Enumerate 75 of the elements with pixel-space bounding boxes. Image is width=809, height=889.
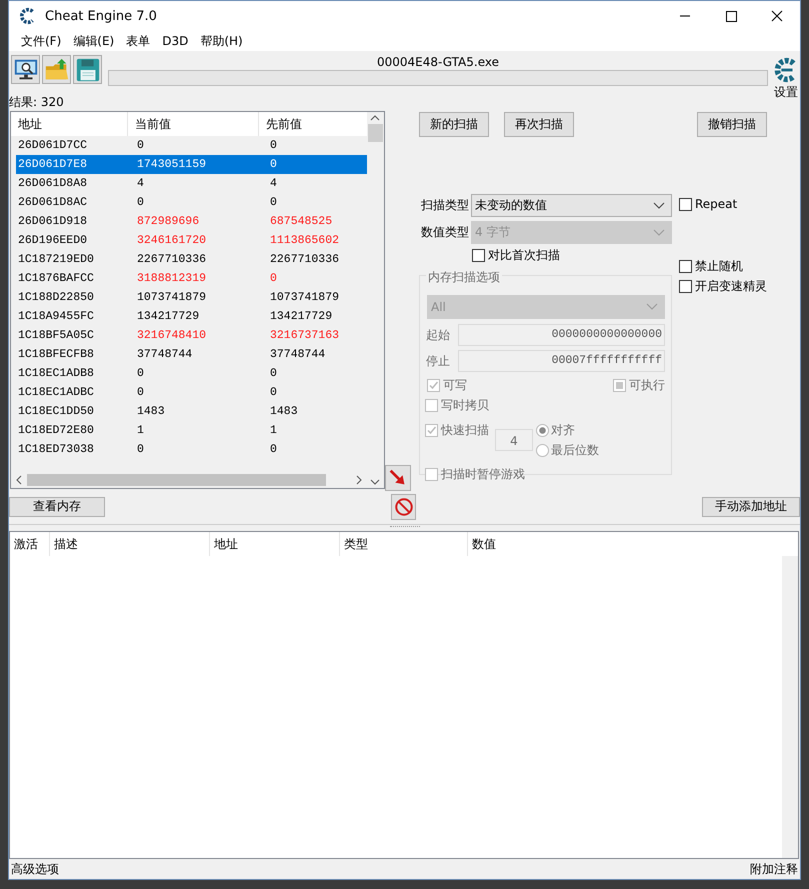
menu-item[interactable]: 文件(F) <box>15 32 68 50</box>
checkbox[interactable]: 对比首次扫描 <box>472 245 560 265</box>
settings-label[interactable]: 设置 <box>774 85 798 99</box>
start-label: 起始 <box>425 326 451 344</box>
checkbox[interactable]: 写时拷贝 <box>425 395 665 415</box>
result-row[interactable]: 1C1876BAFCC 3188812319 0 <box>16 269 367 288</box>
column-header[interactable]: 数值 <box>468 532 798 556</box>
value-type-label: 数值类型 <box>421 224 470 241</box>
check-icon <box>428 380 439 390</box>
menu-item[interactable]: 帮助(H) <box>194 32 249 50</box>
results-count: 结果: 320 <box>9 95 64 109</box>
result-row[interactable]: 1C18BFECFB8 37748744 37748744 <box>16 345 367 364</box>
result-row[interactable]: 1C18BF5A05C 3216748410 3216737163 <box>16 326 367 345</box>
stop-icon[interactable] <box>391 494 416 520</box>
result-row[interactable]: 1C18ED73038 0 0 <box>16 440 367 459</box>
result-row[interactable]: 26D061D8AC 0 0 <box>16 193 367 212</box>
scroll-right-icon[interactable] <box>354 474 363 486</box>
result-row[interactable]: 1C18ED72E80 1 1 <box>16 421 367 440</box>
scroll-thumb[interactable] <box>27 474 326 486</box>
result-row[interactable]: 26D061D918 872989696 687548525 <box>16 212 367 231</box>
floppy-disk-icon[interactable] <box>73 55 102 84</box>
column-header[interactable]: 地址 <box>210 532 340 556</box>
checkbox[interactable]: 开启变速精灵 <box>679 276 767 296</box>
scan-type-label: 扫描类型 <box>421 197 470 214</box>
column-header[interactable]: 先前值 <box>259 112 367 136</box>
monitor-icon[interactable] <box>11 55 40 84</box>
radio-button[interactable]: 最后位数 <box>536 440 599 460</box>
stop-label: 停止 <box>425 352 451 370</box>
add-address-button[interactable]: 手动添加地址 <box>702 496 800 516</box>
column-header[interactable]: 激活 <box>10 532 50 556</box>
scroll-thumb[interactable] <box>368 124 383 142</box>
result-row[interactable]: 26D196EED0 3246161720 1113865602 <box>16 231 367 250</box>
result-row[interactable]: 1C18EC1ADB8 0 0 <box>16 364 367 383</box>
result-row[interactable]: 1C18EC1DD50 1483 1483 <box>16 402 367 421</box>
arrow-button[interactable] <box>385 465 412 491</box>
advanced-options-link[interactable]: 高级选项 <box>11 860 59 878</box>
result-row[interactable]: 26D061D7E8 1743051159 0 <box>16 155 367 174</box>
result-row[interactable]: 26D061D8A8 4 4 <box>16 174 367 193</box>
chevron-down-icon <box>653 202 665 210</box>
checkbox[interactable]: 禁止随机 <box>679 256 743 276</box>
menu-item[interactable]: 编辑(E) <box>67 32 120 50</box>
process-name: 00004E48-GTA5.exe <box>376 55 499 69</box>
result-row[interactable]: 1C18A9455FC 134217729 134217729 <box>16 307 367 326</box>
result-row[interactable]: 1C188D22850 1073741879 1073741879 <box>16 288 367 307</box>
undo-scan-button[interactable]: 撤销扫描 <box>697 112 767 137</box>
checkbox[interactable]: 可写 <box>427 375 467 395</box>
scan-type-dropdown[interactable]: 未变动的数值 <box>471 194 672 217</box>
scroll-left-icon[interactable] <box>15 474 23 486</box>
chevron-down-icon <box>653 228 665 236</box>
result-row[interactable]: 1C187219ED0 2267710336 2267710336 <box>16 250 367 269</box>
start-address-field[interactable]: 0000000000000000 <box>458 324 665 346</box>
alignment-field[interactable]: 4 <box>495 429 533 451</box>
radio-button[interactable]: 对齐 <box>536 420 599 440</box>
chevron-down-icon <box>646 303 658 311</box>
comments-link[interactable]: 附加注释 <box>750 860 798 878</box>
group-title: 内存扫描选项 <box>426 269 502 286</box>
column-header[interactable]: 描述 <box>50 532 210 556</box>
checkbox[interactable]: 快速扫描 <box>425 420 489 440</box>
window-title: Cheat Engine 7.0 <box>45 8 158 24</box>
column-header[interactable]: 类型 <box>340 532 468 556</box>
menu-item[interactable]: 表单 <box>120 32 156 50</box>
menu-item[interactable]: D3D <box>156 34 194 48</box>
checkbox[interactable]: 可执行 <box>613 375 665 395</box>
splitter-grip[interactable] <box>390 526 420 529</box>
check-icon <box>426 424 437 436</box>
stop-address-field[interactable]: 00007fffffffffff <box>458 350 665 372</box>
view-memory-button[interactable]: 查看内存 <box>9 496 105 516</box>
checkbox[interactable]: Repeat <box>679 194 738 214</box>
horizontal-scrollbar[interactable] <box>11 471 367 488</box>
next-scan-button[interactable]: 再次扫描 <box>504 112 574 137</box>
result-row[interactable]: 1C18EC1ADBC 0 0 <box>16 383 367 402</box>
checkbox[interactable]: 扫描时暂停游戏 <box>425 464 665 484</box>
result-row[interactable]: 26D061D7CC 0 0 <box>16 136 367 155</box>
vertical-scrollbar[interactable] <box>366 112 384 488</box>
new-scan-button[interactable]: 新的扫描 <box>419 112 489 137</box>
